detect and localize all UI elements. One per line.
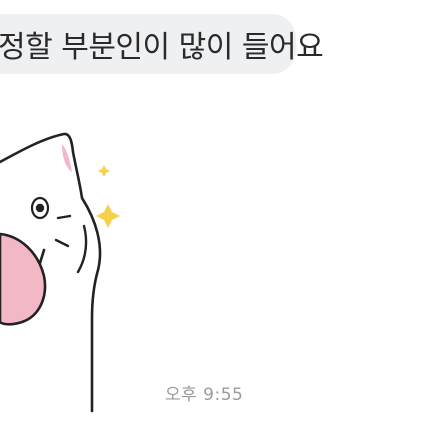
cat-sticker-icon[interactable] — [0, 128, 150, 423]
chat-screen: 정할 부분인이 많이 들어요 오후 9:55 — [0, 0, 423, 423]
received-message-bubble[interactable]: 정할 부분인이 많이 들어요 — [0, 14, 324, 74]
message-text: 정할 부분인이 많이 들어요 — [0, 30, 324, 65]
message-timestamp: 오후 9:55 — [165, 385, 244, 405]
